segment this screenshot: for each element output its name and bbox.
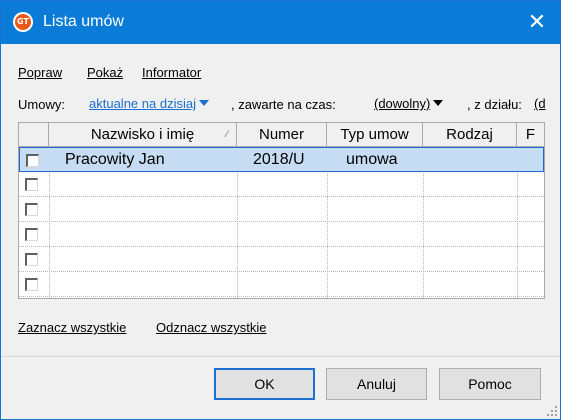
column-header-rodzaj[interactable]: Rodzaj [423, 123, 517, 147]
row-checkbox[interactable] [25, 278, 38, 291]
dialog-window: GT Lista umów ✕ Popraw Pokaż Informator … [0, 0, 561, 420]
cell-numer: 2018/U [253, 151, 305, 168]
row-checkbox[interactable] [25, 178, 38, 191]
menu-popraw[interactable]: Popraw [18, 65, 62, 80]
zawarte-dropdown-value: (dowolny) [374, 96, 431, 111]
cell-typ: umowa [346, 151, 398, 168]
column-header-f[interactable]: F [517, 123, 544, 147]
table-row[interactable] [19, 247, 544, 272]
column-header-checkbox [19, 123, 49, 147]
zawarte-label: , zawarte na czas: [231, 97, 336, 112]
row-checkbox[interactable] [25, 228, 38, 241]
sort-indicator-icon: ∕ [226, 129, 228, 140]
cell-nazwisko: Pracowity Jan [65, 151, 165, 168]
menu-pokaz[interactable]: Pokaż [87, 65, 123, 80]
app-logo-icon: GT [13, 12, 33, 32]
help-button[interactable]: Pomoc [439, 368, 541, 400]
row-checkbox[interactable] [25, 203, 38, 216]
menu-informator[interactable]: Informator [142, 65, 201, 80]
dzial-label: , z działu: [467, 97, 522, 112]
window-title: Lista umów [43, 13, 124, 30]
table-row[interactable] [19, 172, 544, 197]
ok-button[interactable]: OK [214, 368, 315, 400]
column-header-numer[interactable]: Numer [237, 123, 327, 147]
table-row[interactable] [19, 272, 544, 297]
close-icon[interactable]: ✕ [517, 6, 557, 38]
umowy-dropdown[interactable]: aktualne na dzisiaj [89, 96, 209, 111]
column-header-typ[interactable]: Typ umow [327, 123, 423, 147]
select-all-link[interactable]: Zaznacz wszystkie [18, 320, 126, 335]
footer-divider [1, 356, 560, 357]
resize-grip-icon[interactable] [544, 403, 558, 417]
row-checkbox[interactable] [25, 253, 38, 266]
contracts-table: Nazwisko i imię ∕ Numer Typ umow Rodzaj F… [18, 122, 545, 299]
table-row[interactable] [19, 222, 544, 247]
table-row[interactable] [19, 197, 544, 222]
dropdown-arrow-icon [433, 100, 444, 106]
umowy-dropdown-value: aktualne na dzisiaj [89, 96, 196, 111]
title-bar[interactable]: GT Lista umów ✕ [1, 1, 560, 44]
app-logo-text: GT [17, 17, 29, 26]
row-checkbox[interactable] [26, 154, 39, 167]
zawarte-dropdown[interactable]: (dowolny) [374, 96, 444, 111]
umowy-label: Umowy: [18, 97, 65, 112]
column-header-nazwisko[interactable]: Nazwisko i imię ∕ [49, 123, 237, 147]
cancel-button[interactable]: Anuluj [326, 368, 427, 400]
table-row[interactable]: Pracowity Jan 2018/U umowa [19, 147, 544, 172]
dropdown-arrow-icon [198, 100, 209, 106]
deselect-all-link[interactable]: Odznacz wszystkie [156, 320, 267, 335]
dzial-dropdown[interactable]: (d [534, 96, 546, 111]
